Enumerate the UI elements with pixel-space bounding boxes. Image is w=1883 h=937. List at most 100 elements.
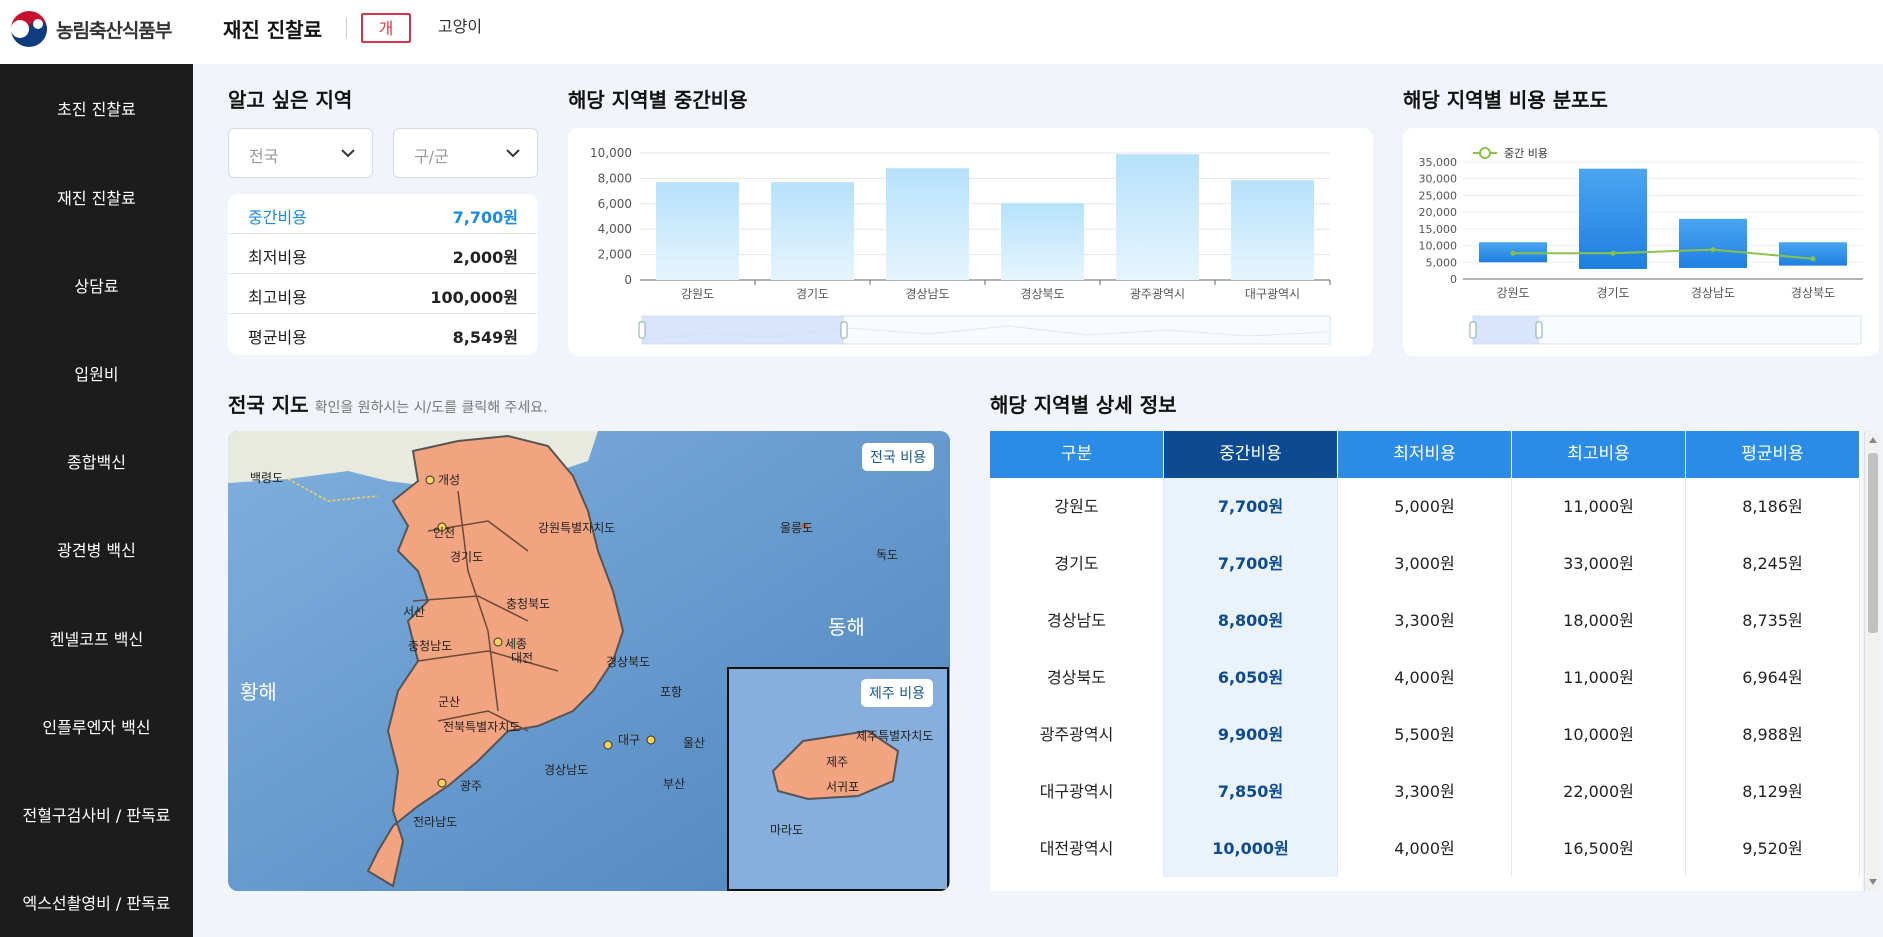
table-cell: 16,500원 [1512, 820, 1686, 877]
bar-경상남도 [886, 168, 969, 280]
map-label-daegu[interactable]: 대구 [618, 731, 640, 748]
y-tick-label: 20,000 [1419, 206, 1458, 219]
map-label-east-sea: 동해 [828, 615, 865, 639]
table-cell: 9,900원 [1164, 706, 1338, 763]
table-cell: 8,988원 [1686, 706, 1860, 763]
x-tick-label: 대구광역시 [1245, 287, 1300, 301]
x-tick-label: 경상남도 [1691, 286, 1735, 300]
stats-card: 중간비용 7,700원 최저비용 2,000원 최고비용 100,000원 평균… [228, 194, 538, 355]
chevron-down-icon [506, 149, 520, 158]
x-tick-label: 광주광역시 [1130, 287, 1185, 301]
table-row[interactable]: 경기도 7,700원 3,000원 33,000원 8,245원 [990, 535, 1860, 592]
map-label-seogwipo: 서귀포 [826, 780, 860, 794]
column-header-region[interactable]: 구분 [990, 431, 1164, 478]
region-title: 알고 싶은 지역 [228, 88, 353, 112]
map-label-chungbuk[interactable]: 충청북도 [506, 595, 550, 612]
map-label-baekryeong: 백령도 [250, 471, 284, 485]
scroll-down-icon[interactable] [1869, 879, 1877, 885]
sidebar-item-cbc-test[interactable]: 전혈구검사비 / 판독료 [0, 802, 193, 826]
map-title-text: 전국 지도 [228, 393, 309, 417]
stat-label: 최저비용 [248, 248, 307, 267]
bar-대구광역시 [1231, 180, 1314, 280]
column-header-median[interactable]: 중간비용 [1164, 431, 1338, 478]
nation-cost-button[interactable]: 전국 비용 [862, 443, 934, 471]
map-label-gyeonggi[interactable]: 경기도 [450, 548, 483, 565]
page-title: 재진 진찰료 [223, 18, 322, 42]
header: 농림축산식품부 재진 진찰료 개 고양이 [0, 0, 1883, 64]
table-row[interactable]: 경상북도 6,050원 4,000원 11,000원 6,964원 [990, 649, 1860, 706]
table-cell: 3,300원 [1338, 592, 1512, 649]
header-divider [346, 18, 347, 38]
sidebar-item-influenza-vaccine[interactable]: 인플루엔자 백신 [0, 714, 193, 738]
map-label-gyeongnam[interactable]: 경상남도 [544, 761, 588, 778]
sidebar-item-revisit[interactable]: 재진 진찰료 [0, 185, 193, 209]
sidebar-item-consultation[interactable]: 상담료 [0, 273, 193, 297]
median-chart-title: 해당 지역별 중간비용 [568, 88, 748, 112]
table-cell: 7,700원 [1164, 478, 1338, 535]
tab-dog[interactable]: 개 [361, 13, 411, 43]
zoom-handle-right [1535, 321, 1543, 339]
map-label-jeju-region[interactable]: 제주특별자치도 [856, 727, 933, 744]
table-cell: 8,245원 [1686, 535, 1860, 592]
tab-cat[interactable]: 고양이 [432, 13, 488, 43]
sidebar-item-xray[interactable]: 엑스선촬영비 / 판독료 [0, 890, 193, 914]
zoom-handle-left [638, 321, 646, 339]
median-chart: 0 2,000 4,000 6,000 8,000 10,000 강원도 경기도 경상남도 경상북… [590, 146, 1331, 345]
column-header-max[interactable]: 최고비용 [1512, 431, 1686, 478]
legend-label: 중간 비용 [1504, 147, 1548, 160]
median-point [1810, 256, 1816, 262]
table-cell: 9,520원 [1686, 820, 1860, 877]
map-label-gwangju[interactable]: 광주 [460, 777, 482, 794]
sidebar-item-combo-vaccine[interactable]: 종합백신 [0, 449, 193, 473]
map-label-gunsan: 군산 [438, 695, 461, 709]
table-cell: 대구광역시 [990, 763, 1164, 820]
map-label-jeonbuk[interactable]: 전북특별자치도 [443, 718, 520, 735]
y-tick-label: 5,000 [1426, 256, 1458, 269]
table-cell: 경기도 [990, 535, 1164, 592]
table-row[interactable]: 광주광역시 9,900원 5,500원 10,000원 8,988원 [990, 706, 1860, 763]
map-label-chungnam[interactable]: 충청남도 [408, 637, 452, 654]
sidebar-item-hospitalization[interactable]: 입원비 [0, 361, 193, 385]
map-label-ulsan[interactable]: 울산 [683, 734, 705, 751]
median-chart-card: 0 2,000 4,000 6,000 8,000 10,000 강원도 경기도 경상남도 경상북… [568, 128, 1373, 356]
map-label-gangwon[interactable]: 강원특별자치도 [538, 519, 615, 536]
map-label-gaeseong: 개성 [438, 473, 461, 487]
zoom-handle-right [840, 321, 848, 339]
sidebar-item-rabies-vaccine[interactable]: 광견병 백신 [0, 537, 193, 561]
map-label-ulleungdo: 울릉도 [780, 521, 814, 535]
table-row[interactable]: 경상남도 8,800원 3,300원 18,000원 8,735원 [990, 592, 1860, 649]
jeju-cost-button[interactable]: 제주 비용 [861, 679, 933, 707]
table-row[interactable]: 강원도 7,700원 5,000원 11,000원 8,186원 [990, 478, 1860, 535]
table-cell: 10,000원 [1512, 706, 1686, 763]
ministry-logo[interactable]: 농림축산식품부 [8, 8, 172, 50]
map-label-busan[interactable]: 부산 [663, 775, 685, 792]
map-title: 전국 지도 확인을 원하시는 시/도를 클릭해 주세요. [228, 389, 548, 418]
stat-value: 8,549원 [452, 328, 518, 347]
map-label-jeonnam[interactable]: 전라남도 [413, 813, 457, 830]
map-label-daejeon[interactable]: 대전 [511, 649, 533, 666]
sidebar-item-first-visit[interactable]: 초진 진찰료 [0, 96, 193, 120]
scroll-thumb[interactable] [1868, 453, 1878, 633]
table-cell: 10,000원 [1164, 820, 1338, 877]
table-scrollbar[interactable] [1864, 431, 1880, 891]
korea-map[interactable]: 전국 비용 제주 비용 백령도 개성 울릉도 독도 강원특별자치도 경기도 인천… [228, 431, 950, 891]
y-tick-label: 30,000 [1419, 173, 1458, 186]
y-tick-label: 10,000 [1419, 240, 1458, 253]
table-cell: 18,000원 [1512, 592, 1686, 649]
zoom-slider-window [642, 316, 844, 344]
median-line [1513, 248, 1814, 260]
y-tick-label: 4,000 [598, 222, 632, 236]
scroll-up-icon[interactable] [1869, 437, 1877, 443]
district-select[interactable]: 구/군 [393, 128, 538, 178]
column-header-avg[interactable]: 평균비용 [1686, 431, 1860, 478]
table-row[interactable]: 대구광역시 7,850원 3,300원 22,000원 8,129원 [990, 763, 1860, 820]
sidebar-item-kennel-cough-vaccine[interactable]: 켄넬코프 백신 [0, 626, 193, 650]
y-tick-label: 25,000 [1419, 189, 1458, 202]
map-label-gyeongbuk[interactable]: 경상북도 [606, 653, 650, 670]
table-row[interactable]: 대전광역시 10,000원 4,000원 16,500원 9,520원 [990, 820, 1860, 877]
x-tick-label: 강원도 [681, 287, 714, 301]
stat-label: 최고비용 [248, 288, 307, 307]
taegeuk-emblem-icon [9, 9, 49, 49]
province-select[interactable]: 전국 [228, 128, 373, 178]
column-header-min[interactable]: 최저비용 [1338, 431, 1512, 478]
